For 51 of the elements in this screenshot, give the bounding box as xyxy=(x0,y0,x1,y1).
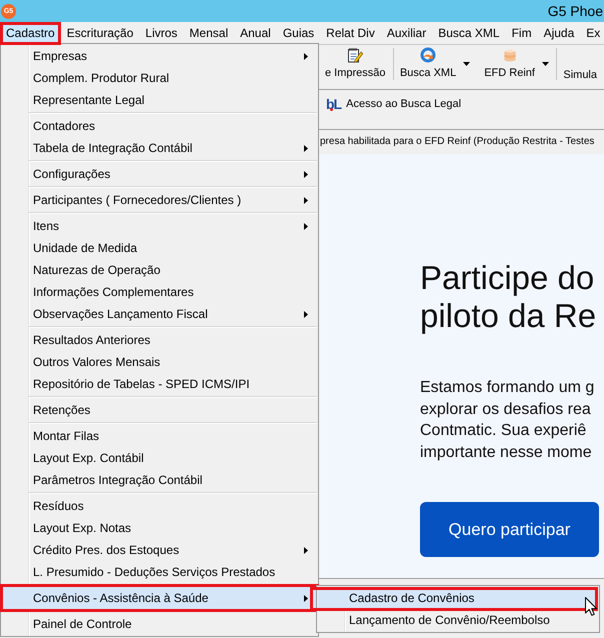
menu-bar-item[interactable]: Busca XML xyxy=(432,22,506,44)
menu-bar-item[interactable]: Cadastro xyxy=(0,22,61,44)
menu-item[interactable]: Observações Lançamento Fiscal xyxy=(2,303,317,325)
toolbar-button[interactable]: Simula xyxy=(556,45,604,89)
menu-bar-item[interactable]: Anual xyxy=(234,22,277,44)
menu-item[interactable]: Participantes ( Fornecedores/Clientes ) xyxy=(2,189,317,211)
menu-item[interactable]: Painel de Controle xyxy=(2,613,317,635)
menu-item[interactable]: Parâmetros Integração Contábil xyxy=(2,469,317,491)
menu-bar-item[interactable]: Livros xyxy=(139,22,184,44)
busca-legal-logo: bL xyxy=(326,96,342,112)
menu-bar-item[interactable]: Ajuda xyxy=(538,22,580,44)
menu-item[interactable]: Configurações xyxy=(2,163,317,185)
menu-item[interactable]: L. Presumido - Deduções Serviços Prestados xyxy=(2,561,317,583)
menu-item[interactable]: Montar Filas xyxy=(2,425,317,447)
window-title: G5 Phoe xyxy=(548,3,604,19)
menu-item[interactable]: Layout Exp. Contábil xyxy=(2,447,317,469)
notepad-pencil-icon xyxy=(347,47,364,63)
toolbar-button[interactable]: EFD Reinf xyxy=(477,45,556,89)
menu-item[interactable]: Convênios - Assistência à Saúde xyxy=(2,587,317,609)
toolbar-button[interactable]: Busca XML xyxy=(392,45,478,89)
menu-item[interactable]: Complem. Produtor Rural xyxy=(2,67,317,89)
coin-stack-icon xyxy=(502,47,518,63)
promo-paragraph: Estamos formando um g explorar os desafios rea Contmatic. Sua experiê importante nesse mome xyxy=(420,378,596,462)
busca-legal-link[interactable]: bL Acesso ao Busca Legal xyxy=(326,96,462,112)
menu-bar-item[interactable]: Mensal xyxy=(183,22,234,44)
menu-item[interactable]: Resíduos xyxy=(2,495,317,517)
menu-item[interactable]: Unidade de Medida xyxy=(2,237,317,259)
menu-bar-item[interactable]: Fim xyxy=(506,22,538,44)
menu-item[interactable]: Layout Exp. Notas xyxy=(2,517,317,539)
menu-item[interactable]: Repositório de Tabelas - SPED ICMS/IPI xyxy=(2,373,317,395)
menu-item[interactable]: Contadores xyxy=(2,115,317,137)
menu-bar-item[interactable]: Relat Div xyxy=(320,22,381,44)
participate-button[interactable]: Quero participar xyxy=(420,502,599,557)
menu-item[interactable]: Representante Legal xyxy=(2,89,317,111)
menu-item[interactable]: Resultados Anteriores xyxy=(2,329,317,351)
menu-bar-item[interactable]: Ex xyxy=(580,22,600,44)
menu-item[interactable]: Crédito Pres. dos Estoques xyxy=(2,539,317,561)
menu-item[interactable]: Tabela de Integração Contábil xyxy=(2,137,317,159)
mouse-cursor-icon xyxy=(585,597,597,616)
menu-item[interactable]: Informações Complementares xyxy=(2,281,317,303)
menu-item[interactable]: Naturezas de Operação xyxy=(2,259,317,281)
notice-text: presa habilitada para o EFD Reinf (Produção Restrita - Testes xyxy=(319,135,596,149)
menu-bar-item[interactable]: Auxiliar xyxy=(380,22,432,44)
menu-item[interactable]: Lançamento de Convênio/Reembolso xyxy=(318,609,598,631)
menu-item[interactable]: Empresas xyxy=(2,45,317,67)
menu-bar-item[interactable]: Guias xyxy=(276,22,320,44)
menu-item[interactable]: Itens xyxy=(2,215,317,237)
promo-heading: Participe do piloto da Re xyxy=(420,259,598,335)
menu-item[interactable]: Outros Valores Mensais xyxy=(2,351,317,373)
menu-bar-item[interactable]: Escrituração xyxy=(60,22,140,44)
menu-item[interactable]: Retenções xyxy=(2,399,317,421)
